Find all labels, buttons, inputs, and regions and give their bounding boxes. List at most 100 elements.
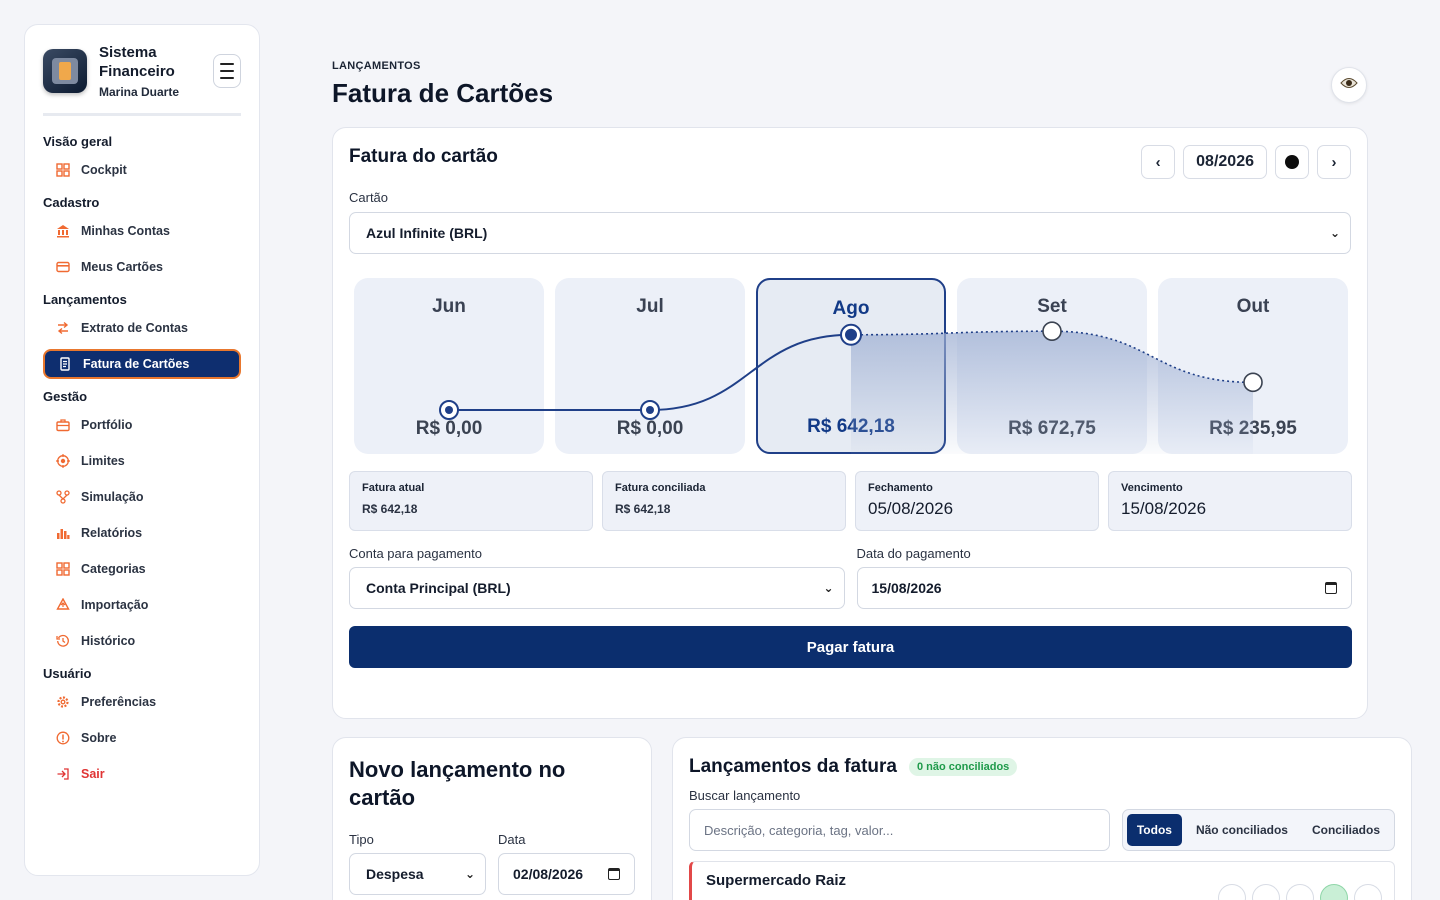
sidebar-item-meus-cartoes[interactable]: Meus Cartões [43, 252, 241, 282]
month-navigator: ‹ 08/2026 › [1141, 145, 1351, 179]
sidebar-item-minhas-contas[interactable]: Minhas Contas [43, 216, 241, 246]
sidebar-item-sair[interactable]: Sair [43, 759, 241, 789]
brand: Sistema Financeiro Marina Duarte [43, 43, 241, 116]
search-input[interactable]: Descrição, categoria, tag, valor... [689, 809, 1110, 851]
page-title: Fatura de Cartões [332, 78, 554, 108]
list-item[interactable]: Supermercado Raiz [689, 861, 1395, 900]
chevron-down-icon: ⌄ [823, 581, 834, 595]
entry-date-value: 02/08/2026 [513, 866, 584, 882]
nav-section-gestao: Gestão [43, 389, 88, 404]
sidebar-item-simulacao[interactable]: Simulação [43, 482, 241, 512]
stat-fatura-atual: Fatura atual R$ 642,18 [349, 471, 593, 531]
invoice-month-chart: Jun R$ 0,00 Jul R$ 0,00 Ago R$ 642,18 Set R$ 67… [354, 278, 1348, 454]
gear-icon [55, 694, 71, 710]
stat-value: 05/08/2026 [868, 499, 954, 518]
sidebar-item-label: Fatura de Cartões [83, 357, 190, 371]
search-label: Buscar lançamento [689, 788, 801, 803]
chevron-left-icon: ‹ [1155, 153, 1161, 171]
card-select-value: Azul Infinite (BRL) [366, 225, 488, 241]
sidebar-item-label: Histórico [81, 634, 136, 648]
toggle-visibility-button[interactable] [1331, 67, 1367, 103]
sidebar-item-label: Relatórios [81, 526, 143, 540]
sidebar-item-fatura[interactable]: Fatura de Cartões [43, 349, 241, 379]
month-column-out[interactable]: Out R$ 235,95 [1158, 278, 1348, 454]
sidebar-item-preferencias[interactable]: Preferências [43, 687, 241, 717]
pay-account-label: Conta para pagamento [349, 546, 482, 561]
reconcile-button[interactable] [1320, 884, 1348, 900]
filter-segmented-control: Todos Não conciliados Conciliados [1121, 809, 1395, 851]
month-column-jun[interactable]: Jun R$ 0,00 [354, 278, 544, 454]
calendar-icon[interactable] [1325, 582, 1337, 594]
sidebar-item-label: Categorias [81, 562, 146, 576]
sidebar-item-extrato[interactable]: Extrato de Contas [43, 313, 241, 343]
payment-row: Conta para pagamento Conta Principal (BR… [349, 546, 1352, 609]
sidebar-item-historico[interactable]: Histórico [43, 626, 241, 656]
menu-toggle-button[interactable] [213, 54, 241, 88]
chevron-down-icon: ⌄ [1329, 226, 1340, 240]
current-month-button[interactable] [1275, 145, 1309, 179]
categories-icon [55, 561, 71, 577]
month-value-label: R$ 672,75 [1008, 418, 1096, 439]
calendar-icon[interactable] [608, 868, 620, 880]
card-select[interactable]: Azul Infinite (BRL) ⌄ [349, 212, 1351, 254]
sidebar-item-label: Extrato de Contas [81, 321, 188, 335]
sidebar-item-relatorios[interactable]: Relatórios [43, 518, 241, 548]
unreconciled-badge: 0 não conciliados [909, 758, 1018, 776]
month-label: Jun [432, 296, 466, 317]
eye-icon [1340, 76, 1358, 94]
bank-icon [55, 223, 71, 239]
stat-label: Fatura atual [362, 482, 425, 494]
pay-date-input[interactable]: 15/08/2026 [856, 567, 1352, 609]
new-entry-title: Novo lançamento no cartão [349, 757, 566, 810]
nav-section-usuario: Usuário [43, 666, 92, 681]
stat-value: R$ 642,18 [362, 502, 418, 516]
sidebar-item-importacao[interactable]: Importação [43, 590, 241, 620]
pay-date-label: Data do pagamento [856, 546, 971, 561]
entry-date-input[interactable]: 02/08/2026 [498, 853, 635, 895]
action-button[interactable] [1286, 884, 1314, 900]
sidebar-item-categorias[interactable]: Categorias [43, 554, 241, 584]
new-entry-card: Novo lançamento no cartão Tipo Despesa ⌄… [332, 737, 652, 900]
logout-icon [55, 766, 71, 782]
target-icon [55, 453, 71, 469]
stat-fatura-conciliada: Fatura conciliada R$ 642,18 [602, 471, 846, 531]
sidebar-item-limites[interactable]: Limites [43, 446, 241, 476]
filter-unreconciled-button[interactable]: Não conciliados [1186, 814, 1298, 846]
entries-title: Lançamentos da fatura [689, 756, 897, 777]
filter-reconciled-button[interactable]: Conciliados [1302, 814, 1390, 846]
invoice-icon [57, 356, 73, 372]
upload-icon [55, 597, 71, 613]
type-select[interactable]: Despesa ⌄ [349, 853, 486, 895]
sidebar-item-label: Portfólio [81, 418, 133, 432]
month-column-ago[interactable]: Ago R$ 642,18 [756, 278, 946, 454]
month-label: Ago [832, 298, 870, 319]
grid-icon [55, 162, 71, 178]
action-button[interactable] [1252, 884, 1280, 900]
month-label: Set [1037, 296, 1067, 317]
month-column-jul[interactable]: Jul R$ 0,00 [555, 278, 745, 454]
sidebar-item-cockpit[interactable]: Cockpit [43, 155, 241, 185]
pay-account-select[interactable]: Conta Principal (BRL) ⌄ [349, 567, 845, 609]
filter-all-button[interactable]: Todos [1126, 814, 1182, 846]
month-column-set[interactable]: Set R$ 672,75 [957, 278, 1147, 454]
sidebar-item-portfolio[interactable]: Portfólio [43, 410, 241, 440]
type-label: Tipo [349, 832, 374, 847]
month-picker[interactable]: 08/2026 [1183, 145, 1267, 179]
prev-month-button[interactable]: ‹ [1141, 145, 1176, 179]
sidebar-item-sobre[interactable]: Sobre [43, 723, 241, 753]
sidebar-item-label: Sair [81, 767, 105, 781]
sidebar-item-label: Sobre [81, 731, 117, 745]
card-select-label: Cartão [349, 190, 389, 205]
next-month-button[interactable]: › [1317, 145, 1351, 179]
action-button[interactable] [1354, 884, 1382, 900]
stat-value: 15/08/2026 [1121, 499, 1207, 518]
action-button[interactable] [1218, 884, 1246, 900]
sidebar-item-label: Preferências [81, 695, 157, 709]
card-icon [55, 259, 71, 275]
stat-value: R$ 642,18 [615, 502, 671, 516]
pay-invoice-button[interactable]: Pagar fatura [349, 626, 1352, 668]
invoice-card: Fatura do cartão ‹ 08/2026 › Cartão Azul… [332, 127, 1368, 719]
sidebar-item-label: Minhas Contas [81, 224, 170, 238]
flow-icon [55, 489, 71, 505]
hamburger-icon-line [220, 77, 234, 79]
